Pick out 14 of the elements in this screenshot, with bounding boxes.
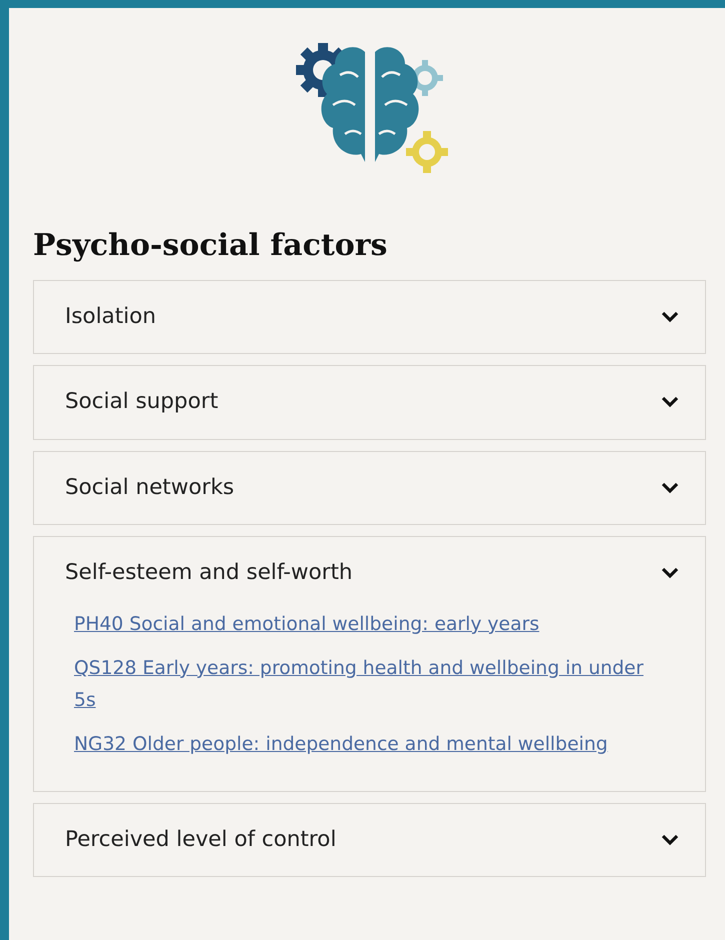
chevron-down-icon — [661, 566, 679, 579]
accordion-header[interactable]: Social networks — [34, 452, 705, 524]
chevron-down-icon — [661, 311, 679, 324]
accordion-header[interactable]: Isolation — [34, 281, 705, 354]
chevron-down-icon — [661, 396, 679, 408]
chevron-down-icon — [661, 482, 679, 494]
guideline-link[interactable]: QS128 Early years: promoting health and wellbeing in under 5s — [74, 652, 645, 717]
accordion-header[interactable]: Perceived level of control — [34, 804, 705, 876]
accordion-header[interactable]: Self-esteem and self-worth — [34, 536, 705, 609]
accordion-header[interactable]: Social support — [34, 366, 705, 438]
section-heading: Psycho-social factors — [33, 228, 388, 264]
guideline-link[interactable]: PH40 Social and emotional wellbeing: early years — [74, 609, 540, 641]
guideline-link[interactable]: NG32 Older people: independence and mental wellbeing — [74, 728, 608, 761]
chevron-down-icon — [661, 834, 679, 846]
